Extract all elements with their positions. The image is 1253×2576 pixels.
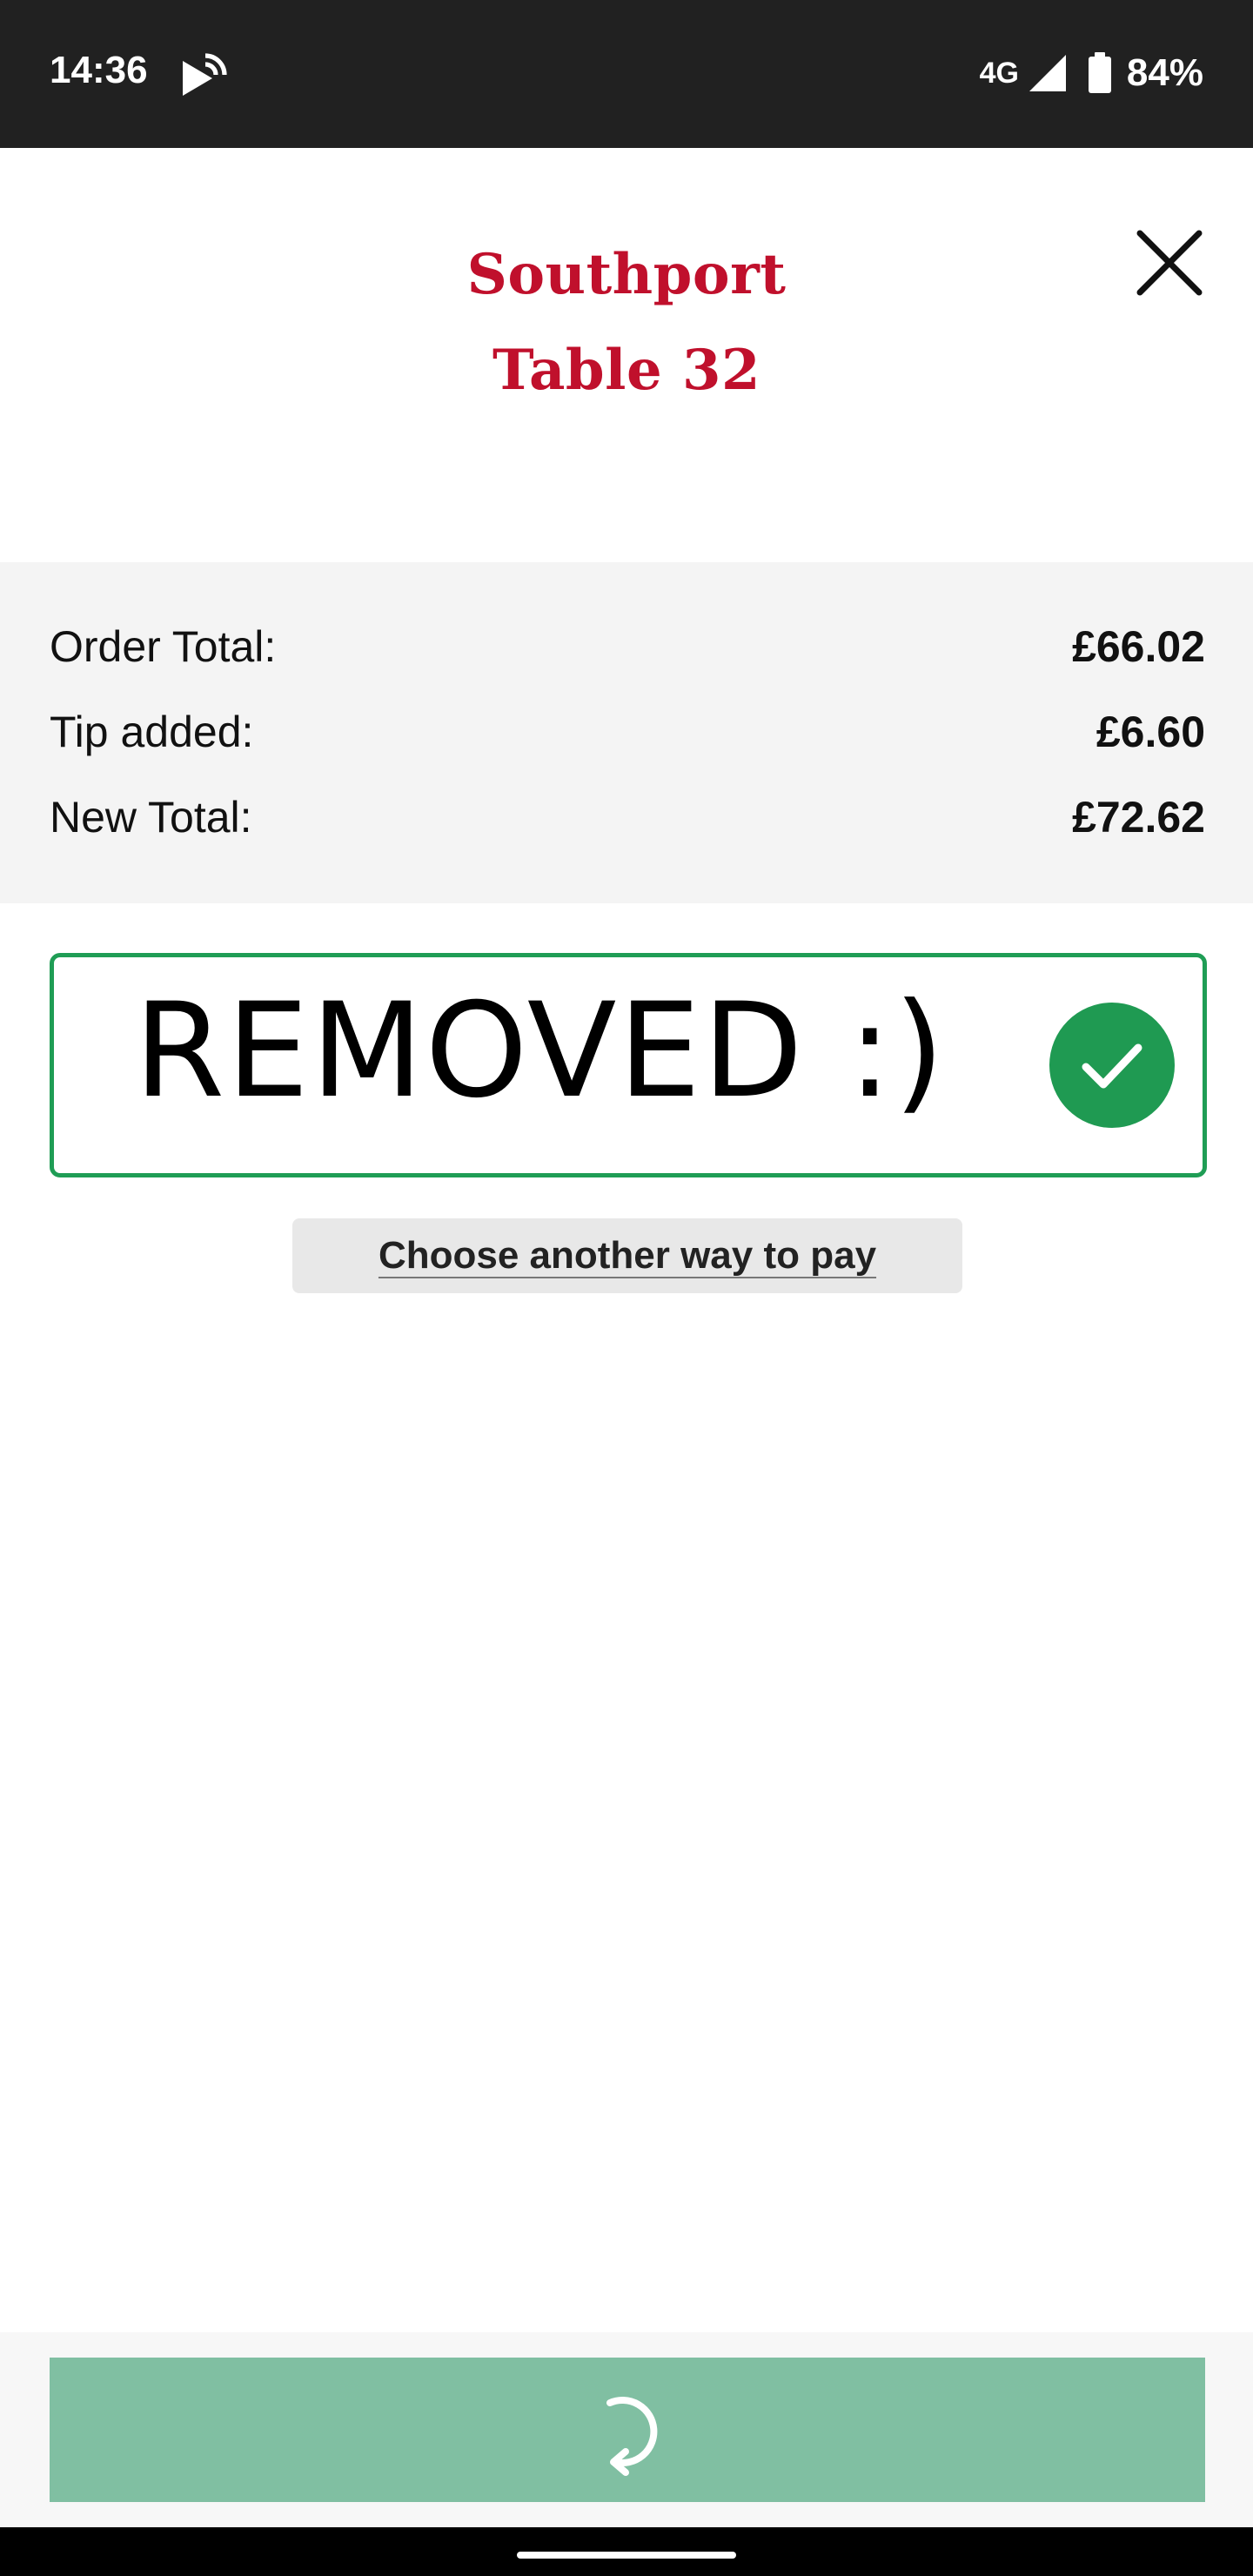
signal-icon bbox=[1029, 55, 1066, 91]
loading-spinner-icon bbox=[606, 2397, 658, 2476]
header: Southport Table 32 bbox=[0, 148, 1253, 562]
new-total-value: £72.62 bbox=[1072, 793, 1205, 842]
close-icon[interactable] bbox=[1128, 221, 1211, 305]
home-gesture-handle[interactable] bbox=[517, 2552, 736, 2559]
cast-icon bbox=[183, 53, 227, 96]
status-time: 14:36 bbox=[50, 49, 148, 91]
bottom-action-area bbox=[0, 2332, 1253, 2527]
choose-another-way-label: Choose another way to pay bbox=[378, 1234, 877, 1277]
order-total-row: Order Total: £66.02 bbox=[50, 616, 1205, 677]
tip-row: Tip added: £6.60 bbox=[50, 701, 1205, 762]
battery-percentage: 84% bbox=[1126, 51, 1203, 94]
network-type: 4G bbox=[979, 56, 1019, 90]
choose-another-way-button[interactable]: Choose another way to pay bbox=[292, 1218, 962, 1293]
order-total-label: Order Total: bbox=[50, 622, 277, 671]
new-total-row: New Total: £72.62 bbox=[50, 787, 1205, 848]
battery-icon bbox=[1088, 52, 1111, 93]
tip-label: Tip added: bbox=[50, 708, 254, 756]
navigation-bar bbox=[0, 2527, 1253, 2576]
status-right-group: 4G 84% bbox=[980, 49, 1203, 97]
tip-value: £6.60 bbox=[1096, 708, 1205, 756]
selected-payment-method[interactable]: REMOVED :) bbox=[50, 953, 1207, 1177]
venue-name: Southport bbox=[466, 242, 787, 307]
new-total-label: New Total: bbox=[50, 793, 252, 842]
payment-method-text: REMOVED :) bbox=[134, 976, 947, 1127]
check-circle-icon bbox=[1049, 1003, 1175, 1128]
table-number: Table 32 bbox=[492, 338, 761, 403]
order-summary: Order Total: £66.02 Tip added: £6.60 New… bbox=[0, 562, 1253, 903]
pay-button[interactable] bbox=[50, 2358, 1205, 2502]
status-bar: 14:36 4G 84% bbox=[0, 0, 1253, 148]
order-total-value: £66.02 bbox=[1072, 622, 1205, 671]
